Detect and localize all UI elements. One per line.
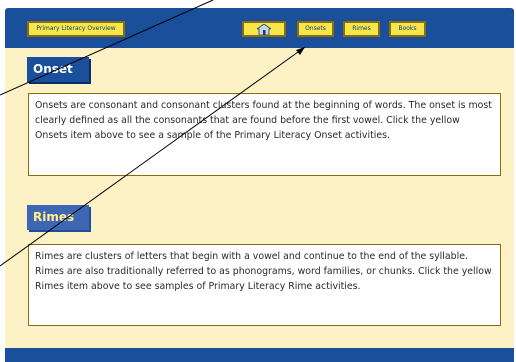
callout-line-top: [0, 0, 214, 96]
callout-lines: [0, 0, 306, 267]
callout-line-bottom: [0, 46, 306, 267]
arrowhead-icon: [296, 47, 305, 55]
